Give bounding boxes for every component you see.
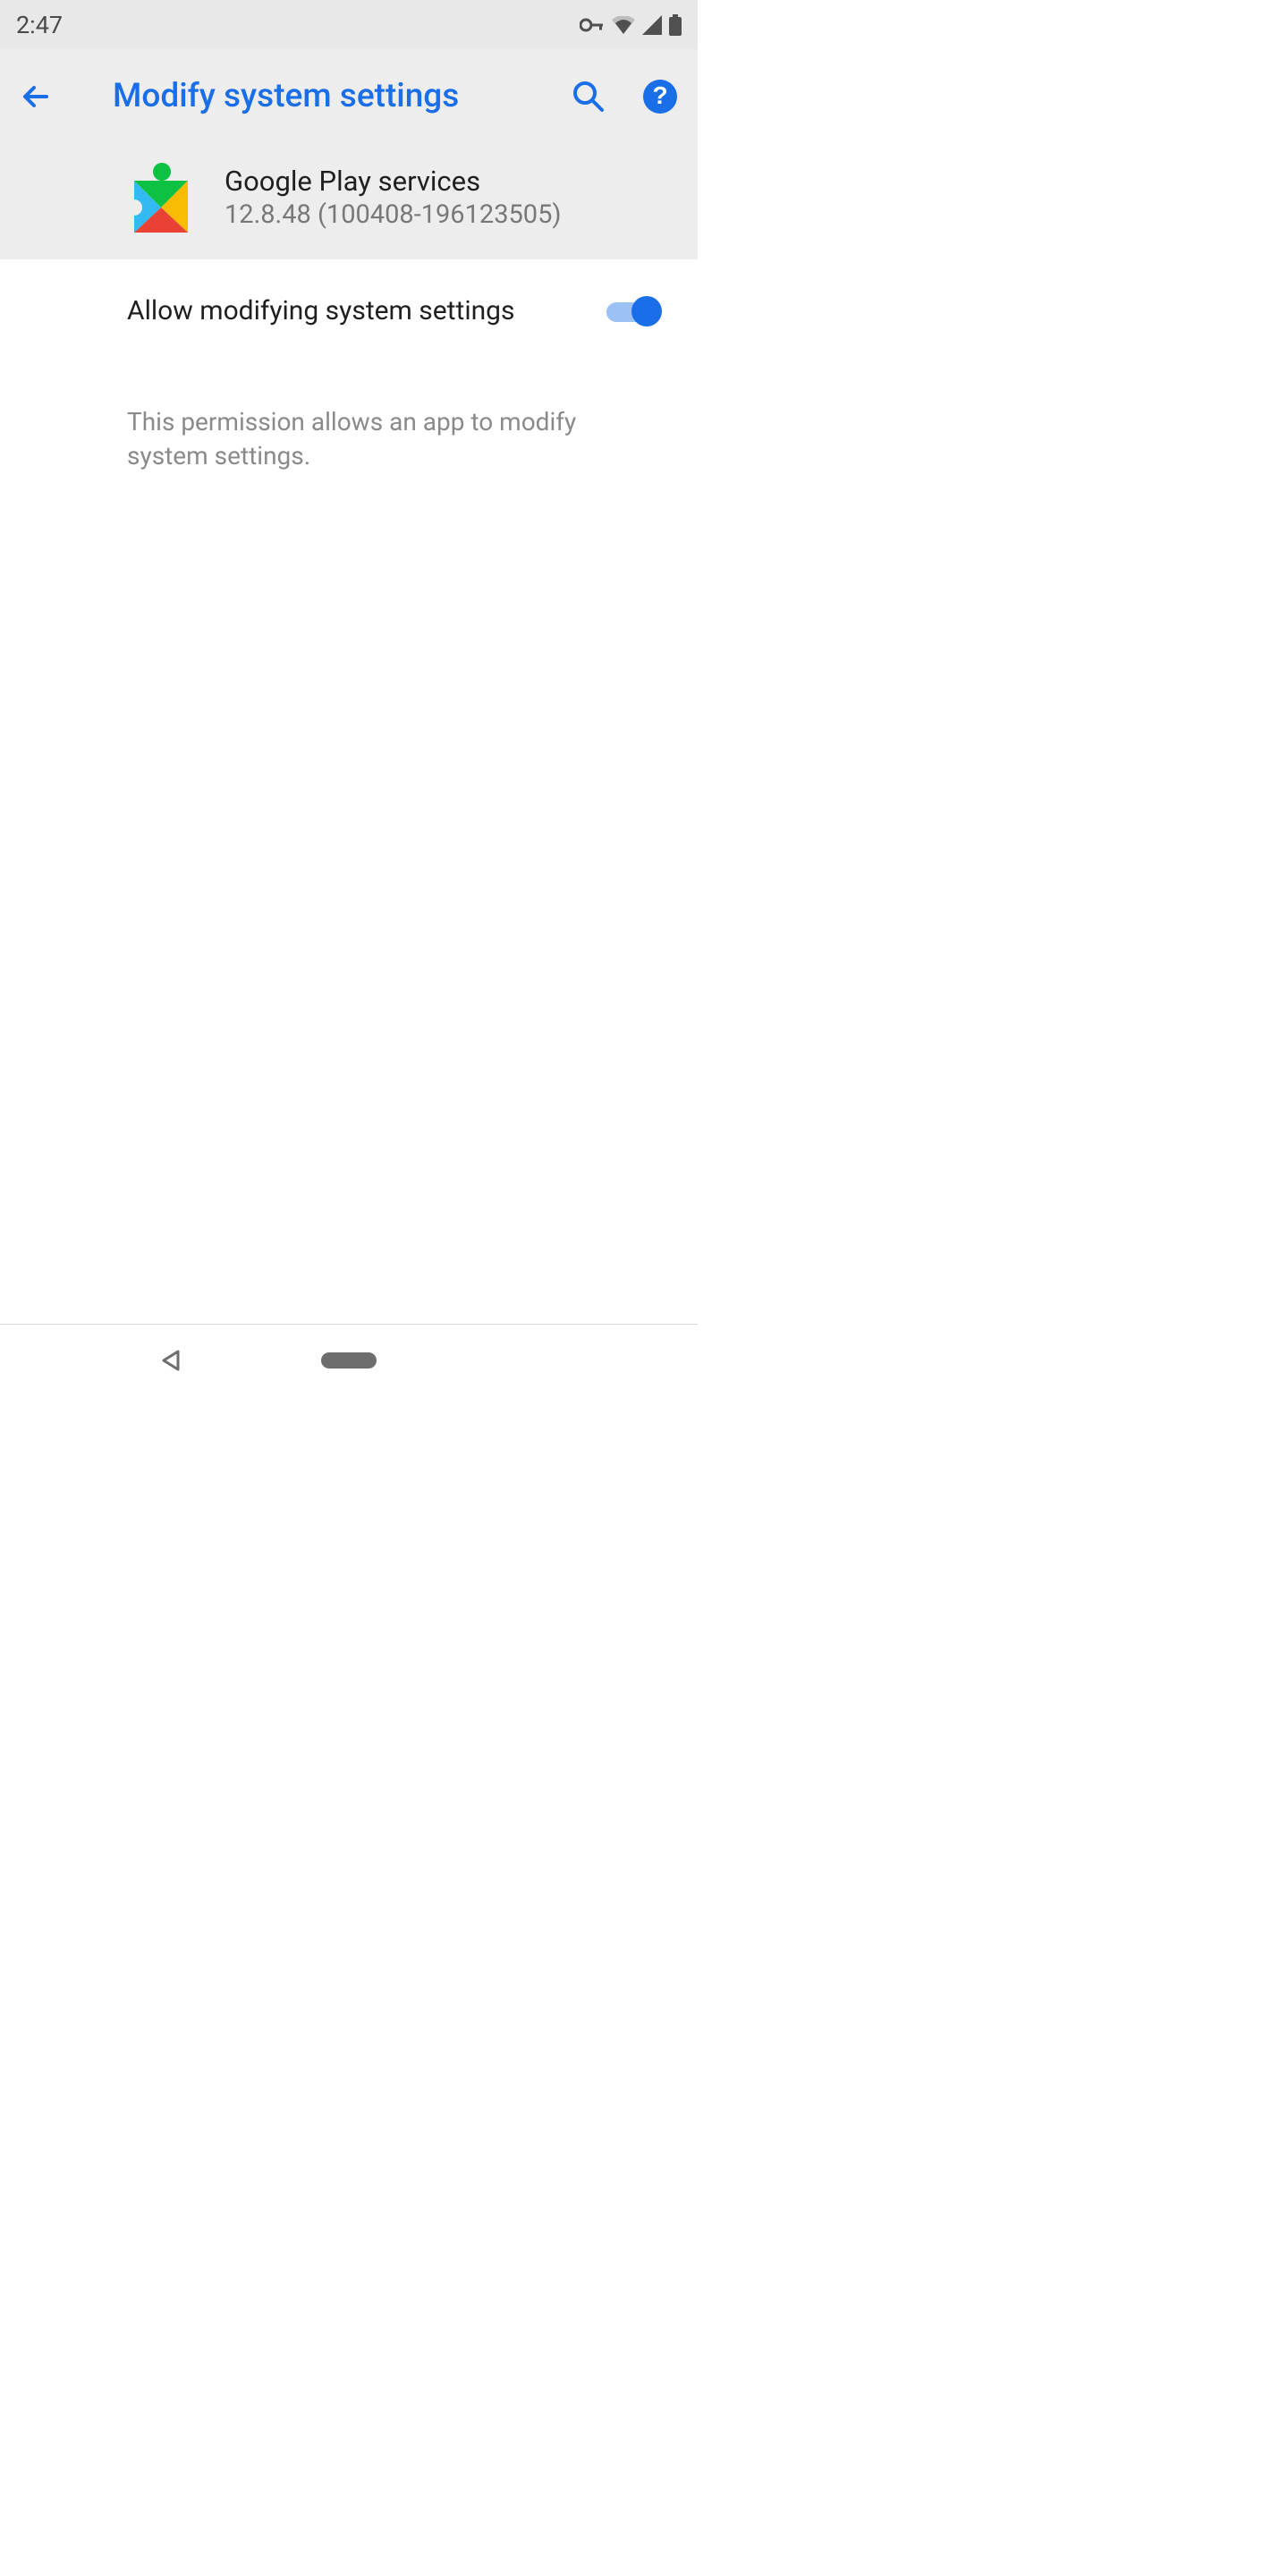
back-arrow-icon bbox=[20, 80, 54, 114]
setting-label: Allow modifying system settings bbox=[127, 295, 515, 326]
status-bar: 2:47 bbox=[0, 0, 698, 49]
nav-back-icon bbox=[158, 1348, 183, 1373]
app-icon bbox=[123, 161, 191, 233]
cellular-signal-icon bbox=[642, 15, 662, 35]
wifi-icon bbox=[612, 16, 635, 34]
toggle-switch[interactable] bbox=[606, 296, 662, 326]
back-button[interactable] bbox=[20, 80, 73, 114]
content-area: Allow modifying system settings This per… bbox=[0, 259, 698, 1324]
app-bar: Modify system settings ? bbox=[0, 49, 698, 143]
page-title: Modify system settings bbox=[73, 77, 571, 115]
app-version: 12.8.48 (100408-196123505) bbox=[225, 199, 562, 230]
help-button[interactable]: ? bbox=[642, 79, 678, 114]
app-info: Google Play services 12.8.48 (100408-196… bbox=[0, 143, 698, 233]
nav-back-button[interactable] bbox=[158, 1348, 183, 1373]
action-icons: ? bbox=[571, 79, 678, 114]
status-time: 2:47 bbox=[16, 11, 63, 39]
app-name: Google Play services bbox=[225, 165, 562, 198]
setting-row[interactable]: Allow modifying system settings bbox=[0, 259, 698, 362]
search-button[interactable] bbox=[571, 79, 606, 114]
battery-icon bbox=[669, 14, 682, 36]
help-icon: ? bbox=[643, 80, 677, 114]
search-icon bbox=[572, 80, 606, 114]
status-icons bbox=[580, 14, 682, 36]
vpn-key-icon bbox=[580, 18, 605, 32]
svg-text:?: ? bbox=[652, 81, 667, 109]
permission-description: This permission allows an app to modify … bbox=[0, 362, 698, 473]
nav-home-button[interactable] bbox=[321, 1352, 377, 1368]
header-section: Modify system settings ? bbox=[0, 49, 698, 259]
navigation-bar bbox=[0, 1324, 698, 1395]
